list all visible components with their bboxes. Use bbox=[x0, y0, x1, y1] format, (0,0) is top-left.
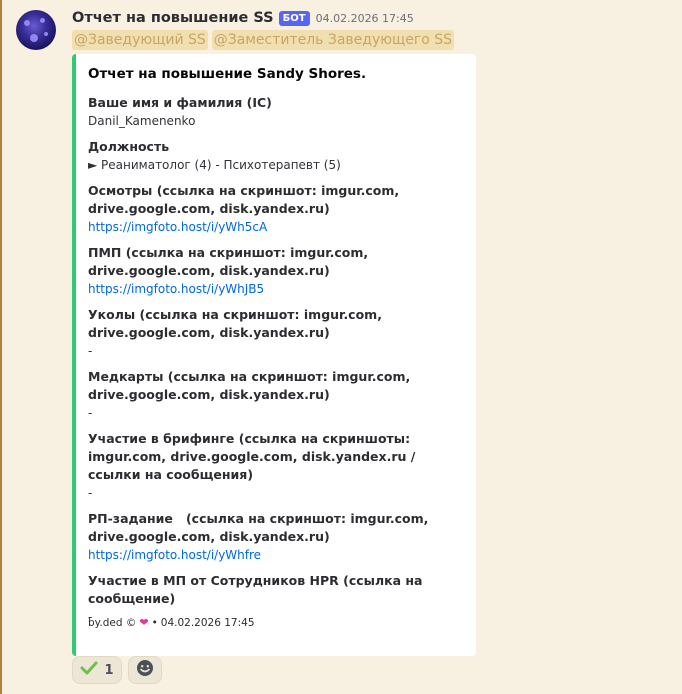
field-name: Медкарты (ссылка на скриншот: imgur.com,… bbox=[88, 369, 415, 402]
username[interactable]: Отчет на повышение SS bbox=[72, 10, 274, 26]
reaction-count: 1 bbox=[104, 662, 114, 678]
embed: Отчет на повышение Sandy Shores. Ваше им… bbox=[72, 54, 476, 656]
add-reaction-button[interactable] bbox=[128, 656, 162, 684]
embed-field: Уколы (ссылка на скриншот: imgur.com, dr… bbox=[88, 306, 462, 360]
field-name: Участие в брифинге (ссылка на скриншоты:… bbox=[88, 431, 416, 482]
role-mention[interactable]: @Заместитель Заведующего SS bbox=[211, 30, 454, 50]
footer-separator: • bbox=[151, 616, 158, 629]
bot-badge: БОТ bbox=[278, 10, 310, 26]
embed-footer: by.ded © ❤ • 04.02.2026 17:45 bbox=[88, 616, 255, 629]
heart-icon: ❤ bbox=[139, 616, 149, 629]
mentions: @Заведующий SS @Заместитель Заведующего … bbox=[72, 30, 454, 50]
field-name: Ваше имя и фамилия (IC) bbox=[88, 95, 272, 110]
embed-title: Отчет на повышение Sandy Shores. bbox=[88, 66, 367, 82]
add-reaction-icon bbox=[136, 659, 154, 681]
field-name: Участие в МП от Сотрудников HPR (ссылка … bbox=[88, 573, 427, 606]
highlight-bar bbox=[0, 0, 2, 694]
field-name: Должность bbox=[88, 139, 170, 154]
embed-field: Осмотры (ссылка на скриншот: imgur.com, … bbox=[88, 182, 462, 236]
role-mention[interactable]: @Заведующий SS bbox=[72, 30, 208, 50]
footer-text: by.ded © bbox=[88, 616, 137, 629]
field-name: Уколы (ссылка на скриншот: imgur.com, dr… bbox=[88, 307, 387, 340]
field-value: - bbox=[88, 486, 93, 500]
embed-field: Ваше имя и фамилия (IC) Danil_Kamenenko bbox=[88, 94, 462, 130]
field-link[interactable]: https://imgfoto.host/i/yWhfre bbox=[88, 546, 462, 564]
reactions: 1 bbox=[72, 656, 162, 684]
field-name: Осмотры (ссылка на скриншот: imgur.com, … bbox=[88, 183, 404, 216]
check-mark-icon bbox=[80, 660, 98, 680]
embed-fields: Ваше имя и фамилия (IC) Danil_Kamenenko До… bbox=[88, 94, 462, 626]
field-value: ► Реаниматолог (4) - Психотерапевт (5) bbox=[88, 158, 341, 172]
field-value: - bbox=[88, 344, 93, 358]
field-link[interactable]: https://imgfoto.host/i/yWh5cA bbox=[88, 218, 462, 236]
embed-field: РП-задание (ссылка на скриншот: imgur.co… bbox=[88, 510, 462, 564]
field-name: РП-задание (ссылка на скриншот: imgur.co… bbox=[88, 511, 433, 544]
message-header: Отчет на повышение SS БОТ 04.02.2026 17:… bbox=[72, 8, 414, 28]
field-link[interactable]: https://imgfoto.host/i/yWhJB5 bbox=[88, 280, 462, 298]
embed-field: ПМП (ссылка на скриншот: imgur.com, driv… bbox=[88, 244, 462, 298]
embed-field: Участие в брифинге (ссылка на скриншоты:… bbox=[88, 430, 462, 502]
field-value: - bbox=[88, 406, 93, 420]
reaction-check[interactable]: 1 bbox=[72, 656, 122, 684]
embed-field: Должность ► Реаниматолог (4) - Психотерап… bbox=[88, 138, 462, 174]
avatar[interactable] bbox=[16, 10, 56, 50]
footer-timestamp: 04.02.2026 17:45 bbox=[160, 616, 255, 629]
message-timestamp[interactable]: 04.02.2026 17:45 bbox=[316, 12, 414, 25]
field-value: Danil_Kamenenko bbox=[88, 114, 196, 128]
field-name: ПМП (ссылка на скриншот: imgur.com, driv… bbox=[88, 245, 373, 278]
embed-field: Медкарты (ссылка на скриншот: imgur.com,… bbox=[88, 368, 462, 422]
